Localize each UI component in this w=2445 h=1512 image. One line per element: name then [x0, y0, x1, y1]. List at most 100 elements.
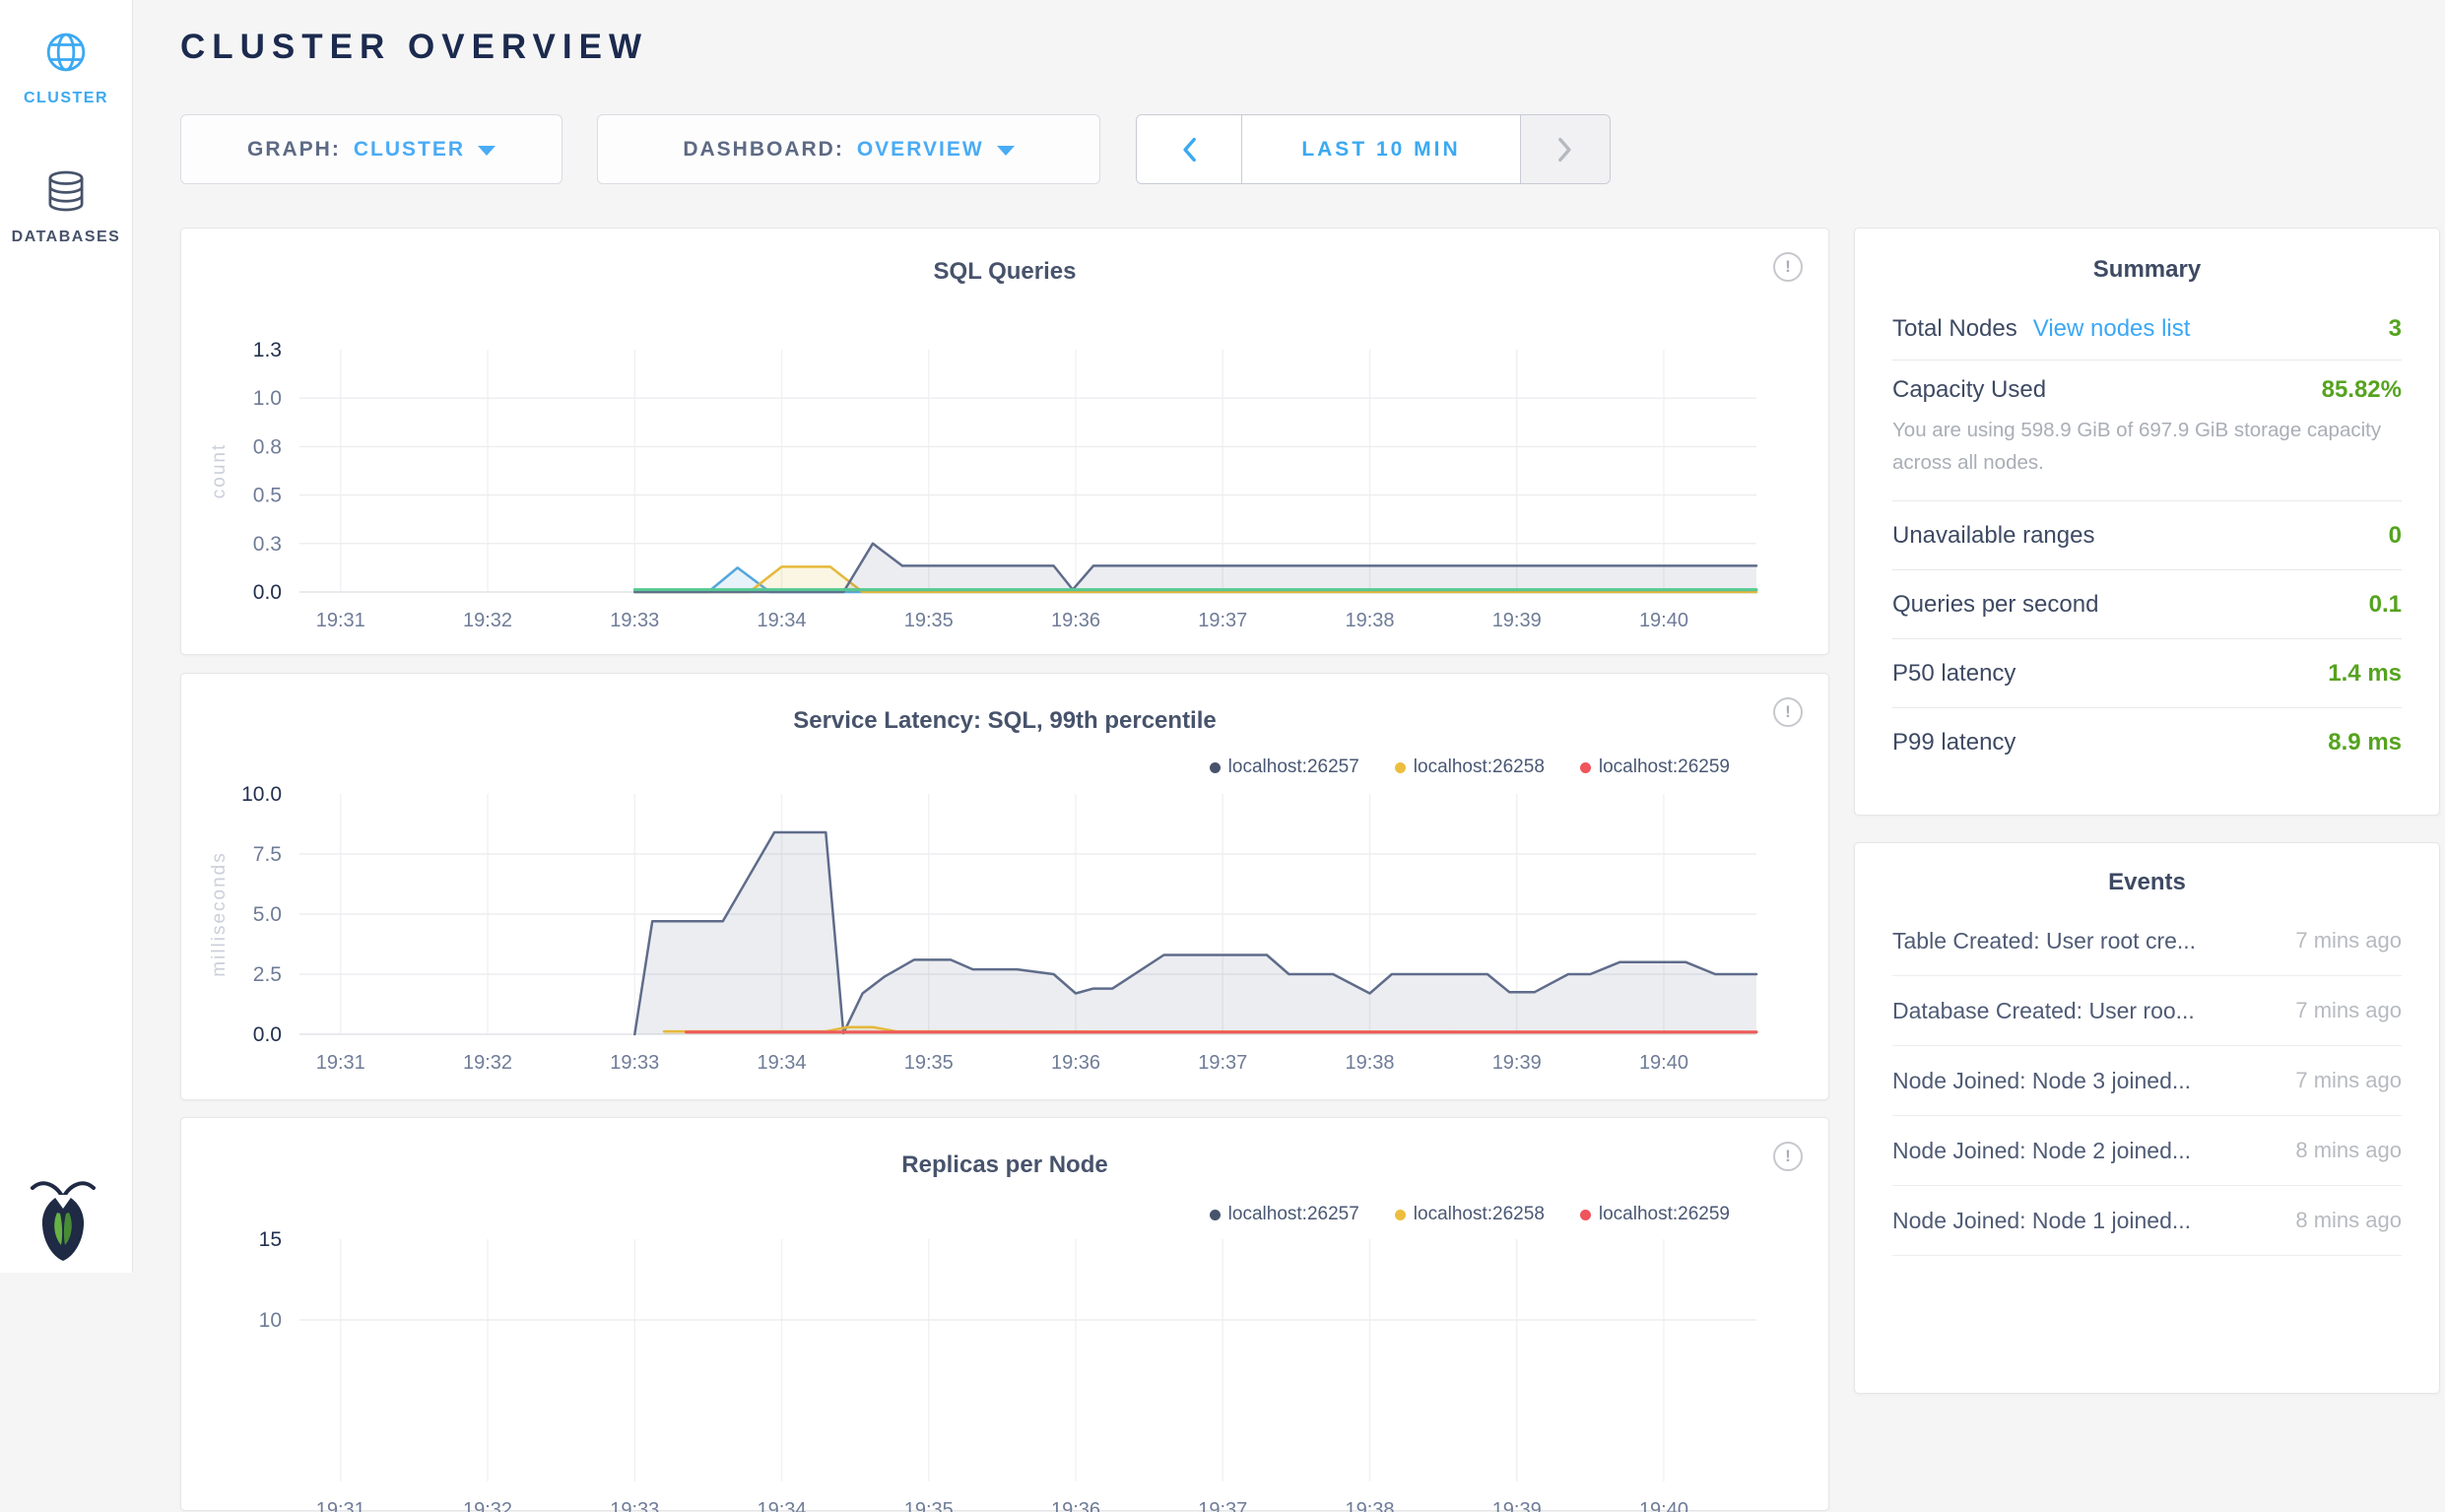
time-range-picker: LAST 10 MIN	[1136, 114, 1611, 184]
summary-label: P50 latency	[1892, 660, 2015, 688]
legend-item[interactable]: localhost:26257	[1210, 1204, 1359, 1225]
time-next-button[interactable]	[1520, 115, 1610, 183]
event-name: Node Joined: Node 2 joined...	[1892, 1138, 2191, 1164]
legend-dot-icon	[1580, 762, 1591, 773]
svg-text:10.0: 10.0	[241, 783, 282, 806]
svg-text:7.5: 7.5	[253, 843, 282, 866]
event-time: 8 mins ago	[2295, 1208, 2402, 1233]
event-name: Node Joined: Node 1 joined...	[1892, 1208, 2191, 1234]
svg-text:10: 10	[259, 1309, 282, 1332]
legend-dot-icon	[1395, 1210, 1406, 1220]
graph-dropdown[interactable]: GRAPH: CLUSTER	[180, 114, 562, 184]
summary-label: Total Nodes	[1892, 315, 2017, 343]
svg-text:19:36: 19:36	[1051, 1499, 1100, 1512]
sidebar-item-label: CLUSTER	[0, 90, 132, 107]
event-row: Database Created: User roo... 7 mins ago	[1892, 976, 2402, 1046]
service-latency-plot[interactable]: 19:3119:3219:3319:3419:3519:3619:3719:38…	[181, 674, 1830, 1101]
svg-text:19:39: 19:39	[1492, 1499, 1542, 1512]
legend-item[interactable]: localhost:26258	[1395, 1204, 1545, 1225]
summary-value: 85.82%	[2322, 376, 2402, 404]
summary-row-capacity-used: Capacity Used 85.82% You are using 598.9…	[1892, 361, 2402, 501]
svg-text:0.8: 0.8	[253, 435, 282, 458]
summary-value: 0.1	[2369, 591, 2402, 619]
svg-text:0.3: 0.3	[253, 533, 282, 556]
svg-text:19:34: 19:34	[757, 1052, 806, 1074]
sql-queries-plot[interactable]: 19:3119:3219:3319:3419:3519:3619:3719:38…	[181, 229, 1830, 656]
summary-title: Summary	[1855, 229, 2439, 284]
svg-text:19:31: 19:31	[316, 1052, 365, 1074]
globe-icon	[43, 30, 89, 75]
graph-dropdown-label: GRAPH:	[247, 138, 341, 162]
info-icon[interactable]: !	[1773, 697, 1803, 727]
summary-label: Capacity Used	[1892, 376, 2046, 404]
legend-item[interactable]: localhost:26257	[1210, 756, 1359, 778]
svg-text:19:37: 19:37	[1198, 1052, 1247, 1074]
svg-text:19:35: 19:35	[904, 1052, 954, 1074]
time-range-label[interactable]: LAST 10 MIN	[1242, 115, 1520, 183]
summary-value: 3	[2389, 315, 2402, 343]
info-icon[interactable]: !	[1773, 1142, 1803, 1171]
svg-text:19:32: 19:32	[463, 610, 512, 631]
svg-text:19:31: 19:31	[316, 1499, 365, 1512]
events-panel: Events Table Created: User root cre... 7 …	[1854, 842, 2440, 1394]
events-title: Events	[1892, 843, 2402, 906]
svg-text:milliseconds: milliseconds	[209, 851, 230, 976]
summary-row: P50 latency 1.4 ms	[1892, 639, 2402, 708]
svg-text:0.0: 0.0	[253, 581, 282, 604]
legend-item[interactable]: localhost:26258	[1395, 756, 1545, 778]
legend-label: localhost:26258	[1414, 756, 1545, 778]
event-time: 7 mins ago	[2295, 998, 2402, 1023]
event-time: 7 mins ago	[2295, 928, 2402, 953]
legend-label: localhost:26257	[1228, 756, 1359, 778]
svg-text:19:35: 19:35	[904, 610, 954, 631]
chart-legend: localhost:26257 localhost:26258 localhost:…	[1210, 1204, 1730, 1225]
summary-rows: Unavailable ranges0Queries per second0.1…	[1892, 501, 2402, 777]
svg-text:19:32: 19:32	[463, 1499, 512, 1512]
summary-body: Total Nodes View nodes list 3 Capacity U…	[1855, 297, 2439, 777]
cockroach-logo[interactable]	[30, 1178, 97, 1261]
svg-text:19:32: 19:32	[463, 1052, 512, 1074]
sidebar-item-cluster[interactable]: CLUSTER	[0, 30, 132, 107]
database-icon	[43, 168, 89, 214]
svg-text:1.3: 1.3	[253, 339, 282, 362]
svg-text:19:34: 19:34	[757, 1499, 806, 1512]
summary-label: Unavailable ranges	[1892, 522, 2094, 550]
legend-label: localhost:26259	[1599, 1204, 1730, 1225]
summary-value: 1.4 ms	[2328, 660, 2402, 688]
svg-text:19:38: 19:38	[1345, 1499, 1394, 1512]
svg-text:19:37: 19:37	[1198, 1499, 1247, 1512]
svg-text:19:36: 19:36	[1051, 610, 1100, 631]
event-row: Node Joined: Node 2 joined...8 mins ago	[1892, 1116, 2402, 1186]
dashboard-dropdown[interactable]: DASHBOARD: OVERVIEW	[597, 114, 1100, 184]
summary-row: P99 latency 8.9 ms	[1892, 708, 2402, 777]
summary-label: P99 latency	[1892, 729, 2015, 756]
svg-text:19:35: 19:35	[904, 1499, 954, 1512]
legend-item[interactable]: localhost:26259	[1580, 756, 1730, 778]
summary-value: 8.9 ms	[2328, 729, 2402, 756]
events-body: Events Table Created: User root cre... 7 …	[1855, 843, 2439, 1256]
svg-text:19:38: 19:38	[1345, 610, 1394, 631]
sidebar-item-label: DATABASES	[0, 229, 132, 246]
event-name: Database Created: User roo...	[1892, 998, 2195, 1024]
event-name: Node Joined: Node 3 joined...	[1892, 1068, 2191, 1094]
svg-text:19:39: 19:39	[1492, 610, 1542, 631]
info-icon[interactable]: !	[1773, 252, 1803, 282]
svg-text:19:31: 19:31	[316, 610, 365, 631]
svg-text:0.5: 0.5	[253, 485, 282, 507]
dashboard-dropdown-label: DASHBOARD:	[683, 138, 844, 162]
event-name: Table Created: User root cre...	[1892, 928, 2196, 954]
svg-text:5.0: 5.0	[253, 903, 282, 926]
chart-title: Service Latency: SQL, 99th percentile	[181, 707, 1828, 735]
time-prev-button[interactable]	[1137, 115, 1242, 183]
view-nodes-list-link[interactable]: View nodes list	[2033, 315, 2191, 343]
chart-card-replicas-per-node: Replicas per Node ! localhost:26257local…	[180, 1117, 1829, 1511]
chart-card-sql-queries: SQL Queries ! 19:3119:3219:3319:3419:351…	[180, 228, 1829, 655]
legend-item[interactable]: localhost:26259	[1580, 1204, 1730, 1225]
sidebar-item-databases[interactable]: DATABASES	[0, 168, 132, 246]
event-row: Table Created: User root cre... 7 mins ag…	[1892, 906, 2402, 976]
chart-legend: localhost:26257 localhost:26258 localhost:…	[1210, 756, 1730, 778]
svg-text:0.0: 0.0	[253, 1023, 282, 1046]
svg-text:15: 15	[259, 1228, 282, 1251]
svg-text:19:40: 19:40	[1639, 1052, 1688, 1074]
svg-text:19:37: 19:37	[1198, 610, 1247, 631]
